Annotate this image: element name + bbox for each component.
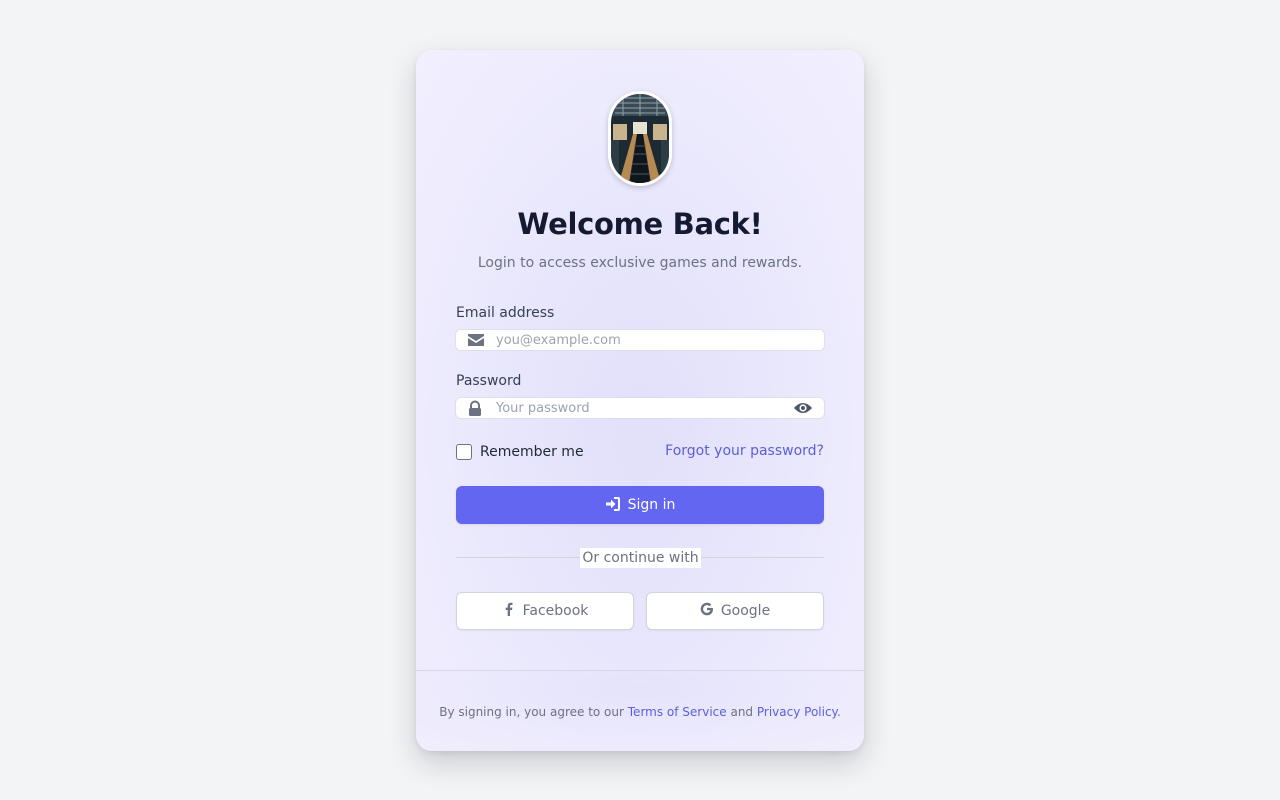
remember-me-checkbox[interactable] [456,443,472,460]
email-label: Email address [456,305,555,321]
password-field-wrapper [456,398,824,418]
terms-prefix: By signing in, you agree to our [439,705,628,719]
sign-in-label: Sign in [627,497,676,513]
password-label: Password [456,373,522,389]
terms-text: By signing in, you agree to our Terms of… [416,705,864,719]
card-footer: By signing in, you agree to our Terms of… [416,670,864,751]
facebook-label: Facebook [522,603,589,619]
page-title: Welcome Back! [517,207,763,241]
google-button[interactable]: Google [646,592,824,630]
page-subtitle: Login to access exclusive games and rewa… [477,255,803,271]
privacy-policy-link[interactable]: Privacy Policy [757,705,837,719]
envelope-icon [468,334,484,346]
email-field-wrapper [456,330,824,350]
remember-me-label: Remember me [480,443,584,460]
password-input[interactable] [496,398,786,418]
terms-middle: and [726,705,757,719]
eye-icon[interactable] [793,401,813,415]
avatar [608,91,672,186]
lock-icon [469,400,481,416]
forgot-password-link[interactable]: Forgot your password? [665,443,824,459]
sign-in-button[interactable]: Sign in [456,486,824,524]
google-icon [700,602,713,616]
facebook-button[interactable]: Facebook [456,592,634,630]
facebook-icon [505,602,513,616]
sign-in-icon [605,496,620,511]
login-card: Welcome Back! Login to access exclusive … [416,50,864,751]
email-input[interactable] [496,330,786,350]
divider-text: Or continue with [580,548,701,568]
google-label: Google [720,603,771,619]
remember-me-toggle[interactable]: Remember me [456,443,584,460]
terms-of-service-link[interactable]: Terms of Service [628,705,727,719]
terms-suffix: . [836,705,841,719]
escalator-image [611,94,669,183]
